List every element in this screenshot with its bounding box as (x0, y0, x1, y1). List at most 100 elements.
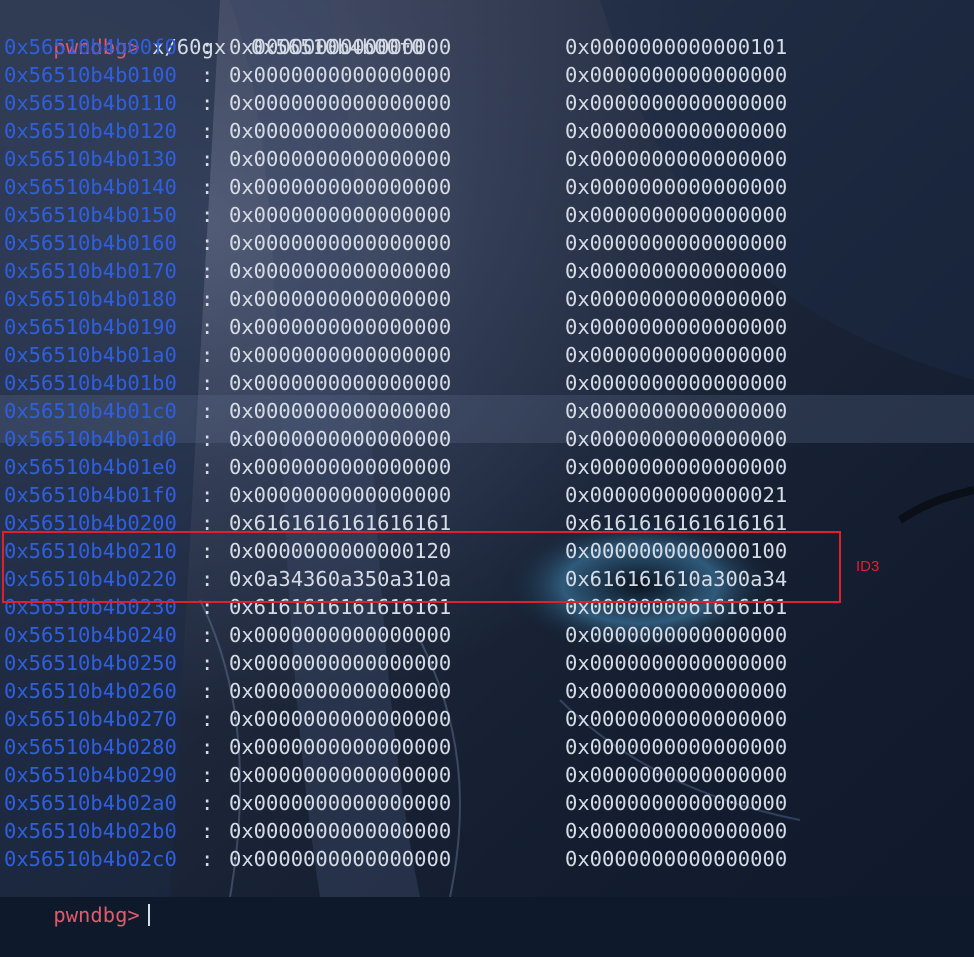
memory-value-2: 0x0000000000000000 (565, 287, 788, 311)
memory-value-1: 0x0000000000000000 (229, 455, 452, 479)
memory-value-1: 0x0000000000000000 (229, 399, 452, 423)
memory-value-2: 0x0000000000000000 (565, 455, 788, 479)
memory-address: 0x56510b4b00f0 (4, 35, 177, 59)
memory-address: 0x56510b4b01b0 (4, 371, 177, 395)
memory-value-2: 0x0000000000000000 (565, 119, 788, 143)
memory-value-2: 0x0000000000000000 (565, 203, 788, 227)
memory-address: 0x56510b4b0250 (4, 651, 177, 675)
memory-value-2: 0x0000000000000101 (565, 35, 788, 59)
memory-value-1: 0x0000000000000000 (229, 91, 452, 115)
memory-value-2: 0x0000000000000000 (565, 259, 788, 283)
memory-row: 0x56510b4b0270:0x0000000000000000 0x00000… (4, 707, 788, 731)
memory-address: 0x56510b4b0120 (4, 119, 177, 143)
memory-value-1: 0x0000000000000000 (229, 763, 452, 787)
memory-address: 0x56510b4b02a0 (4, 791, 177, 815)
memory-value-1: 0x0000000000000000 (229, 203, 452, 227)
memory-value-1: 0x0000000000000000 (229, 231, 452, 255)
memory-row: 0x56510b4b0280:0x0000000000000000 0x00000… (4, 735, 788, 759)
memory-address: 0x56510b4b01c0 (4, 399, 177, 423)
memory-address: 0x56510b4b0150 (4, 203, 177, 227)
memory-row: 0x56510b4b0110:0x0000000000000000 0x00000… (4, 91, 788, 115)
memory-row: 0x56510b4b0100:0x0000000000000000 0x00000… (4, 63, 788, 87)
memory-value-2: 0x0000000000000000 (565, 847, 788, 871)
memory-address: 0x56510b4b0190 (4, 315, 177, 339)
memory-value-2: 0x0000000000000000 (565, 791, 788, 815)
memory-value-2: 0x0000000000000000 (565, 735, 788, 759)
text-cursor (147, 904, 150, 926)
memory-row: 0x56510b4b0260:0x0000000000000000 0x00000… (4, 679, 788, 703)
memory-value-2: 0x0000000000000000 (565, 819, 788, 843)
memory-value-2: 0x0000000000000000 (565, 679, 788, 703)
memory-address: 0x56510b4b02b0 (4, 819, 177, 843)
memory-address: 0x56510b4b01e0 (4, 455, 177, 479)
memory-row: 0x56510b4b02a0:0x0000000000000000 0x00000… (4, 791, 788, 815)
memory-value-1: 0x0000000000000000 (229, 287, 452, 311)
memory-value-2: 0x0000000000000000 (565, 147, 788, 171)
memory-row: 0x56510b4b0140:0x0000000000000000 0x00000… (4, 175, 788, 199)
memory-value-2: 0x0000000000000000 (565, 91, 788, 115)
memory-address: 0x56510b4b0290 (4, 763, 177, 787)
memory-value-1: 0x0000000000000000 (229, 35, 452, 59)
memory-value-1: 0x0000000000000000 (229, 651, 452, 675)
memory-address: 0x56510b4b0110 (4, 91, 177, 115)
memory-address: 0x56510b4b0100 (4, 63, 177, 87)
command-line: pwndbg> x/60gx 0x56510b4b00f0 (4, 5, 423, 59)
memory-row: 0x56510b4b00f0:0x0000000000000000 0x00000… (4, 35, 788, 59)
memory-address: 0x56510b4b0170 (4, 259, 177, 283)
prompt: pwndbg> (53, 903, 140, 927)
memory-value-2: 0x0000000000000021 (565, 483, 788, 507)
memory-address: 0x56510b4b0270 (4, 707, 177, 731)
memory-address: 0x56510b4b01f0 (4, 483, 177, 507)
highlight-box (2, 531, 841, 603)
memory-address: 0x56510b4b0180 (4, 287, 177, 311)
memory-row: 0x56510b4b0290:0x0000000000000000 0x00000… (4, 763, 788, 787)
memory-value-2: 0x0000000000000000 (565, 343, 788, 367)
memory-value-2: 0x0000000000000000 (565, 623, 788, 647)
memory-value-2: 0x0000000000000000 (565, 651, 788, 675)
memory-value-1: 0x0000000000000000 (229, 147, 452, 171)
memory-value-1: 0x0000000000000000 (229, 791, 452, 815)
memory-row: 0x56510b4b01b0:0x0000000000000000 0x00000… (4, 371, 788, 395)
memory-address: 0x56510b4b0160 (4, 231, 177, 255)
highlight-label: ID3 (856, 558, 880, 575)
memory-address: 0x56510b4b02c0 (4, 847, 177, 871)
memory-value-1: 0x0000000000000000 (229, 623, 452, 647)
memory-row: 0x56510b4b01d0:0x0000000000000000 0x00000… (4, 427, 788, 451)
memory-row: 0x56510b4b02b0:0x0000000000000000 0x00000… (4, 819, 788, 843)
memory-value-1: 0x0000000000000000 (229, 259, 452, 283)
memory-value-1: 0x0000000000000000 (229, 343, 452, 367)
memory-value-1: 0x0000000000000000 (229, 371, 452, 395)
memory-address: 0x56510b4b01a0 (4, 343, 177, 367)
memory-row: 0x56510b4b01f0:0x0000000000000000 0x00000… (4, 483, 788, 507)
memory-row: 0x56510b4b01c0:0x0000000000000000 0x00000… (4, 399, 788, 423)
memory-value-1: 0x0000000000000000 (229, 119, 452, 143)
memory-value-1: 0x0000000000000000 (229, 315, 452, 339)
memory-row: 0x56510b4b0150:0x0000000000000000 0x00000… (4, 203, 788, 227)
memory-value-2: 0x0000000000000000 (565, 175, 788, 199)
memory-value-2: 0x0000000000000000 (565, 707, 788, 731)
memory-value-2: 0x0000000000000000 (565, 231, 788, 255)
memory-row: 0x56510b4b0170:0x0000000000000000 0x00000… (4, 259, 788, 283)
memory-value-1: 0x0000000000000000 (229, 735, 452, 759)
memory-address: 0x56510b4b0240 (4, 623, 177, 647)
memory-row: 0x56510b4b0160:0x0000000000000000 0x00000… (4, 231, 788, 255)
memory-value-1: 0x0000000000000000 (229, 427, 452, 451)
memory-value-1: 0x0000000000000000 (229, 679, 452, 703)
memory-row: 0x56510b4b01e0:0x0000000000000000 0x00000… (4, 455, 788, 479)
memory-value-2: 0x0000000000000000 (565, 399, 788, 423)
memory-address: 0x56510b4b0130 (4, 147, 177, 171)
memory-row: 0x56510b4b0130:0x0000000000000000 0x00000… (4, 147, 788, 171)
memory-value-1: 0x0000000000000000 (229, 483, 452, 507)
memory-row: 0x56510b4b0180:0x0000000000000000 0x00000… (4, 287, 788, 311)
memory-value-1: 0x0000000000000000 (229, 175, 452, 199)
memory-row: 0x56510b4b0120:0x0000000000000000 0x00000… (4, 119, 788, 143)
memory-value-2: 0x0000000000000000 (565, 315, 788, 339)
memory-address: 0x56510b4b0260 (4, 679, 177, 703)
memory-row: 0x56510b4b02c0:0x0000000000000000 0x00000… (4, 847, 788, 871)
memory-row: 0x56510b4b0240:0x0000000000000000 0x00000… (4, 623, 788, 647)
memory-row: 0x56510b4b01a0:0x0000000000000000 0x00000… (4, 343, 788, 367)
memory-value-1: 0x0000000000000000 (229, 819, 452, 843)
memory-address: 0x56510b4b0280 (4, 735, 177, 759)
memory-address: 0x56510b4b01d0 (4, 427, 177, 451)
memory-value-2: 0x0000000000000000 (565, 427, 788, 451)
